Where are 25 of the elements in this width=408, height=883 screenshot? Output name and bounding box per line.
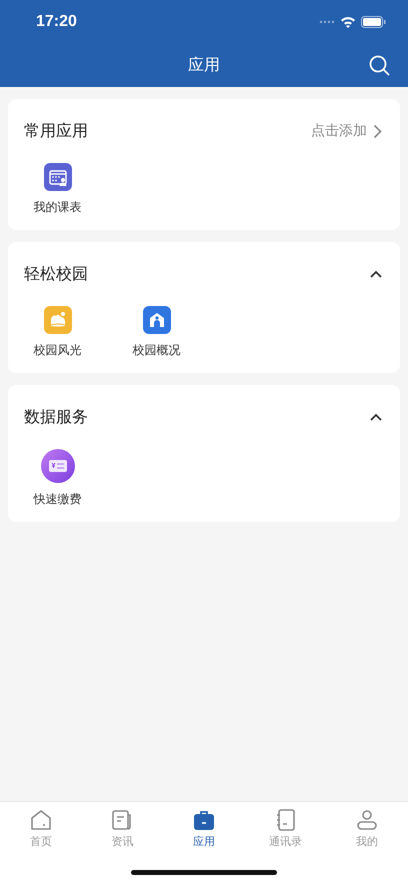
building-icon bbox=[142, 306, 170, 334]
house-icon bbox=[28, 808, 53, 832]
mountain-icon bbox=[44, 306, 72, 334]
status-time: 17:20 bbox=[36, 13, 77, 31]
app-item[interactable]: 快速缴费 bbox=[8, 449, 107, 508]
battery-icon bbox=[361, 16, 386, 28]
search-icon[interactable] bbox=[368, 54, 390, 76]
page-title: 应用 bbox=[188, 55, 220, 76]
wifi-icon bbox=[340, 16, 356, 28]
section-title: 轻松校园 bbox=[24, 264, 88, 284]
section-title: 常用应用 bbox=[24, 120, 88, 142]
caret-icon[interactable] bbox=[370, 412, 382, 422]
app-item[interactable]: 我的课表 bbox=[8, 163, 107, 216]
signal-icon bbox=[319, 20, 335, 24]
section-title: 数据服务 bbox=[24, 406, 88, 428]
app-item[interactable]: 校园风光 bbox=[8, 306, 107, 359]
caret-icon[interactable] bbox=[370, 270, 382, 278]
add-link[interactable]: 点击添加 bbox=[311, 122, 382, 140]
person-icon bbox=[355, 808, 380, 832]
chevron-right-icon bbox=[373, 124, 382, 138]
tab[interactable]: 应用 bbox=[163, 802, 245, 854]
card-icon bbox=[40, 449, 74, 483]
calendar-icon bbox=[44, 163, 72, 191]
app-item[interactable]: 校园概况 bbox=[107, 306, 206, 359]
briefcase-icon bbox=[192, 808, 216, 832]
